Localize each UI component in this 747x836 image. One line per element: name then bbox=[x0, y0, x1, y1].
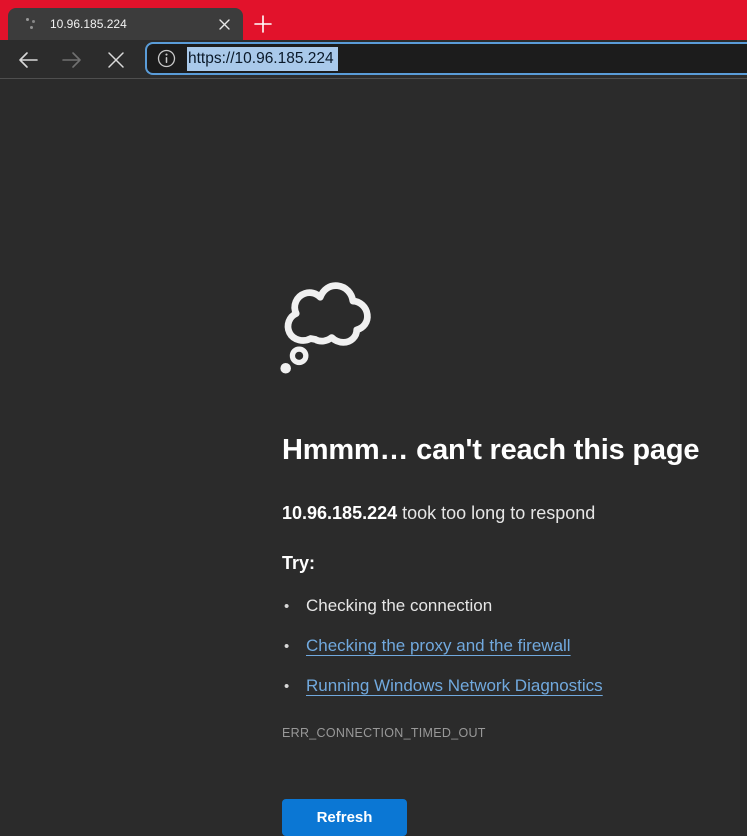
suggestion-item: • Checking the proxy and the firewall bbox=[284, 636, 571, 658]
back-button[interactable] bbox=[16, 48, 40, 72]
suggestion-item: • Running Windows Network Diagnostics bbox=[284, 676, 603, 698]
forward-arrow-icon bbox=[61, 49, 83, 71]
back-arrow-icon bbox=[17, 49, 39, 71]
suggestion-text: Checking the connection bbox=[306, 596, 492, 618]
browser-toolbar: https://10.96.185.224 bbox=[0, 40, 747, 79]
forward-button[interactable] bbox=[60, 48, 84, 72]
browser-tab[interactable]: 10.96.185.224 bbox=[8, 8, 243, 40]
refresh-button[interactable]: Refresh bbox=[282, 799, 407, 836]
stop-x-icon bbox=[106, 50, 126, 70]
loading-dots-icon bbox=[24, 16, 40, 32]
page-subtitle: 10.96.185.224 took too long to respond bbox=[282, 503, 595, 524]
network-diagnostics-link[interactable]: Running Windows Network Diagnostics bbox=[306, 676, 603, 698]
plus-icon bbox=[253, 14, 273, 34]
tab-strip: 10.96.185.224 bbox=[0, 0, 747, 40]
bullet-icon: • bbox=[284, 596, 306, 618]
thought-bubble-cloud-icon bbox=[278, 279, 374, 375]
subtitle-rest: took too long to respond bbox=[397, 503, 595, 523]
error-page: Hmmm… can't reach this page 10.96.185.22… bbox=[0, 79, 747, 772]
tab-title: 10.96.185.224 bbox=[50, 17, 213, 31]
tab-close-button[interactable] bbox=[213, 13, 235, 35]
new-tab-button[interactable] bbox=[252, 13, 274, 35]
url-input-text[interactable]: https://10.96.185.224 bbox=[187, 47, 338, 71]
info-icon[interactable] bbox=[157, 49, 176, 68]
try-label: Try: bbox=[282, 553, 315, 574]
close-icon bbox=[219, 19, 230, 30]
subtitle-host: 10.96.185.224 bbox=[282, 503, 397, 523]
proxy-firewall-link[interactable]: Checking the proxy and the firewall bbox=[306, 636, 571, 658]
bullet-icon: • bbox=[284, 676, 306, 698]
error-code: ERR_CONNECTION_TIMED_OUT bbox=[282, 726, 486, 740]
page-title: Hmmm… can't reach this page bbox=[282, 434, 699, 467]
bullet-icon: • bbox=[284, 636, 306, 658]
address-bar[interactable]: https://10.96.185.224 bbox=[145, 42, 747, 75]
suggestion-item: • Checking the connection bbox=[284, 596, 492, 618]
stop-button[interactable] bbox=[104, 48, 128, 72]
